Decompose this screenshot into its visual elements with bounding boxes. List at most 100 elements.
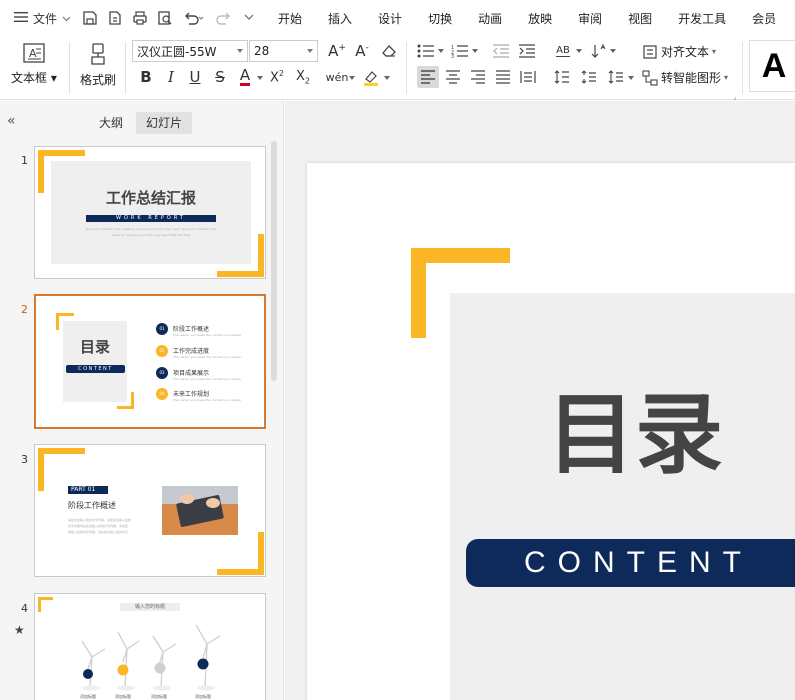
panel-scrollbar[interactable]: [271, 141, 277, 381]
indent-icon: [519, 44, 535, 58]
italic-button[interactable]: I: [160, 66, 182, 88]
subscript-button[interactable]: X2: [292, 66, 314, 88]
current-slide[interactable]: 目录 CONTENT: [307, 163, 795, 700]
font-color-button[interactable]: A: [234, 66, 256, 88]
slide-4-label: 添加标题: [195, 694, 211, 699]
superscript-icon: X2: [270, 68, 284, 86]
hamburger-icon: [14, 11, 28, 26]
slide-thumbnail-2[interactable]: 目录 CONTENT 01 阶段工作概述 The reader you past…: [34, 294, 266, 429]
font-size-select[interactable]: 28: [249, 40, 318, 62]
spacing-icon: [608, 70, 623, 84]
align-center-button[interactable]: [442, 66, 464, 88]
increase-indent-button[interactable]: [516, 40, 538, 62]
toc-item-label: 项目成果展示: [173, 370, 210, 377]
text-direction-button[interactable]: AB: [552, 40, 574, 62]
print-preview-button[interactable]: [152, 4, 177, 32]
spacing-options-button[interactable]: [605, 66, 627, 88]
font-name-select[interactable]: 汉仪正圆-55W: [132, 40, 248, 62]
align-text-button[interactable]: 对齐文本 ▾: [642, 43, 716, 60]
slide-1-body-2: ideas by copying your text or by input a…: [111, 233, 191, 237]
tab-outline[interactable]: 大纲: [89, 112, 133, 134]
slide-2-toc-subtitle: CONTENT: [78, 366, 113, 372]
tab-slides[interactable]: 幻灯片: [136, 112, 193, 134]
decrease-font-size-button[interactable]: A-: [351, 40, 373, 62]
tab-transitions[interactable]: 切换: [428, 10, 452, 27]
clear-format-button[interactable]: [378, 40, 400, 62]
customize-toolbar-button[interactable]: [236, 4, 261, 32]
slide-subtitle[interactable]: CONTENT: [466, 539, 795, 587]
distribute-button[interactable]: [517, 66, 539, 88]
export-pdf-button[interactable]: [102, 4, 127, 32]
ribbon-divider: [69, 42, 70, 94]
superscript-button[interactable]: X2: [266, 66, 288, 88]
tab-developer[interactable]: 开发工具: [678, 10, 726, 27]
chevron-down-icon: [62, 11, 71, 25]
smartart-icon: [642, 69, 658, 86]
slide-3-decoration: [38, 448, 264, 575]
align-text-label: 对齐文本: [661, 45, 710, 59]
tab-member[interactable]: 会员: [752, 10, 776, 27]
textbox-label: 文本框: [11, 71, 48, 85]
redo-button[interactable]: [211, 4, 236, 32]
tab-view[interactable]: 视图: [628, 10, 652, 27]
font-name-value: 汉仪正圆-55W: [137, 44, 217, 59]
chevron-down-icon: [438, 49, 444, 53]
toc-item-sub: The reader you paste the content you rea…: [173, 377, 241, 381]
highlight-color-button[interactable]: [360, 66, 382, 88]
tab-home[interactable]: 开始: [278, 10, 302, 27]
textbox-button[interactable]: A 文本框 ▾: [11, 42, 57, 86]
undo-button[interactable]: [177, 4, 211, 32]
numbered-list-button[interactable]: 123: [449, 40, 471, 62]
ribbon-divider: [742, 42, 743, 94]
line-spacing-button[interactable]: [551, 66, 573, 88]
justify-button[interactable]: [492, 66, 514, 88]
toc-item-number: 03: [159, 370, 165, 375]
bullet-list-button[interactable]: [415, 40, 437, 62]
align-left-icon: [421, 70, 435, 84]
toc-item-sub: The reader you paste the content you rea…: [173, 398, 241, 402]
slide-thumbnail-4[interactable]: 输入您的标题 添加标题 添加标题 添加标题 添加标题: [34, 593, 266, 700]
slide-2-decoration: [56, 313, 168, 409]
convert-smartart-button[interactable]: 转智能图形 ▾: [642, 69, 728, 86]
align-right-button[interactable]: [467, 66, 489, 88]
tab-insert[interactable]: 插入: [328, 10, 352, 27]
file-menu-button[interactable]: 文件: [0, 0, 71, 36]
increase-font-size-button[interactable]: A+: [326, 40, 348, 62]
tab-review[interactable]: 审阅: [578, 10, 602, 27]
style-preview-letter: A: [761, 46, 787, 85]
decrease-indent-button[interactable]: [490, 40, 512, 62]
sort-button[interactable]: [588, 40, 610, 62]
slide-title[interactable]: 目录: [450, 385, 795, 485]
toc-item-label: 未来工作规划: [173, 391, 210, 398]
underline-button[interactable]: U: [184, 66, 206, 88]
save-button[interactable]: [77, 4, 102, 32]
text-style-gallery[interactable]: A: [749, 40, 795, 92]
print-button[interactable]: [127, 4, 152, 32]
phonetic-guide-button[interactable]: wén: [326, 66, 349, 88]
svg-text:A: A: [29, 47, 37, 60]
slide-4-label: 添加标题: [151, 694, 167, 699]
slide-1-title: 工作总结汇报: [105, 189, 196, 207]
collapse-panel-icon[interactable]: «: [7, 113, 16, 129]
tab-slideshow[interactable]: 放映: [528, 10, 552, 27]
format-painter-button[interactable]: 格式刷: [80, 42, 116, 88]
toc-item-sub: The reader you paste the content you rea…: [173, 333, 241, 337]
slide-thumbnail-3[interactable]: PART 01 阶段工作概述 请在此处输入您的文字内容，请在此处输入您的 文字内…: [34, 444, 266, 577]
chevron-down-icon: [576, 49, 582, 53]
paragraph-spacing-button[interactable]: [578, 66, 600, 88]
ribbon-divider: [125, 42, 126, 94]
tab-animations[interactable]: 动画: [478, 10, 502, 27]
slide-thumbnail-1[interactable]: 工作总结汇报 WORK REPORT Type your content her…: [34, 146, 266, 279]
distribute-icon: [520, 71, 536, 83]
strikethrough-button[interactable]: S: [209, 66, 231, 88]
ribbon-toolbar: A 文本框 ▾ 格式刷 汉仪正圆-55W 28 A+ A- B I U S A …: [0, 36, 795, 101]
slide-editing-area[interactable]: 目录 CONTENT: [285, 101, 795, 700]
slide-number: 1: [21, 154, 28, 167]
justify-icon: [496, 70, 510, 84]
bold-button[interactable]: B: [135, 66, 157, 88]
sort-icon: [591, 43, 606, 58]
dialog-launcher-icon[interactable]: ⌟: [733, 92, 737, 101]
align-left-button[interactable]: [417, 66, 439, 88]
chevron-down-icon: [472, 49, 478, 53]
tab-design[interactable]: 设计: [378, 10, 402, 27]
